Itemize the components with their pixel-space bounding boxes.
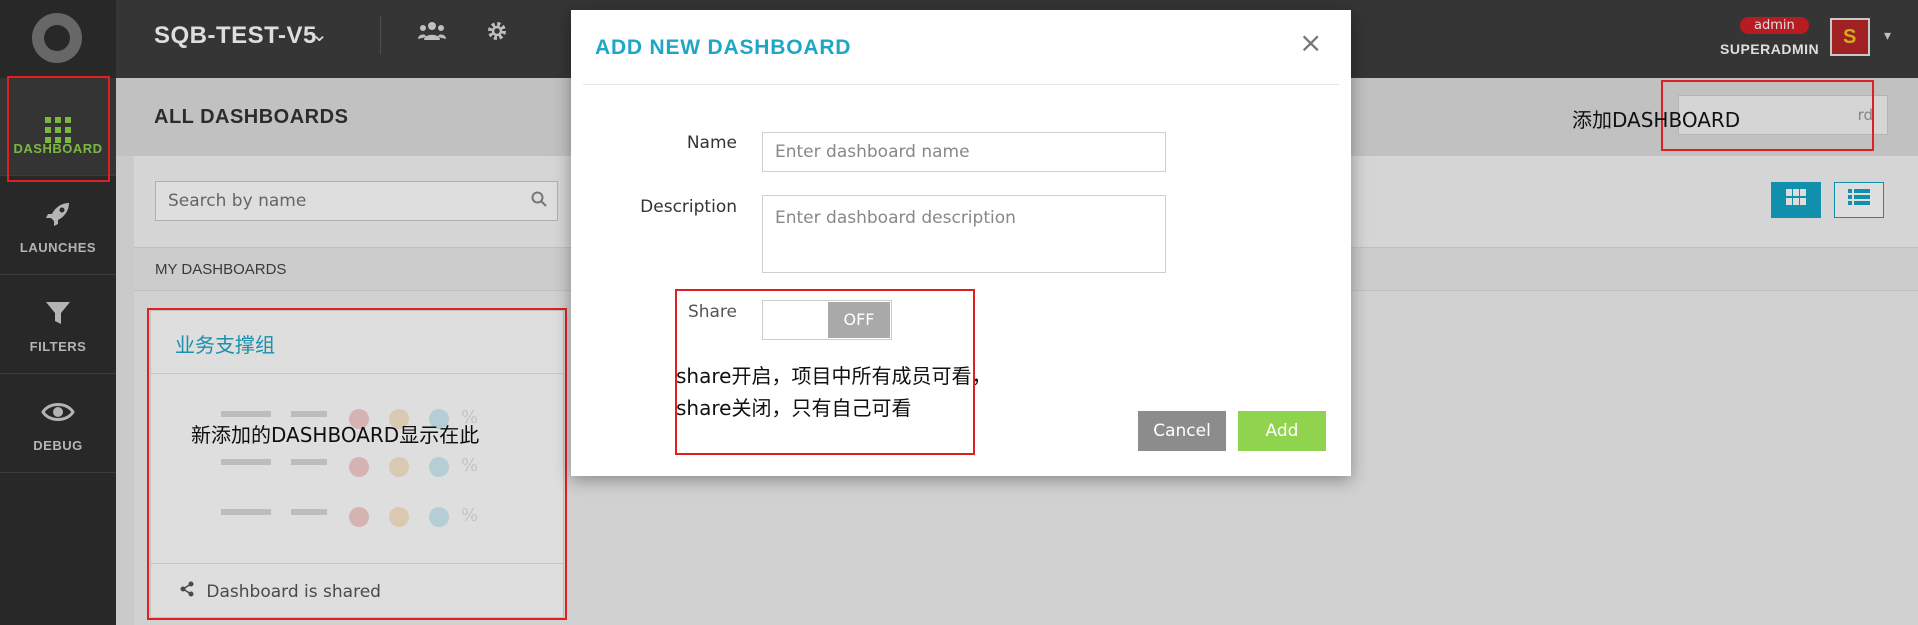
modal-title: ADD NEW DASHBOARD — [595, 36, 852, 59]
share-toggle-state: OFF — [828, 302, 890, 338]
description-label: Description — [640, 197, 737, 217]
description-input[interactable] — [762, 195, 1166, 273]
add-dashboard-modal: ADD NEW DASHBOARD × Name Description Sha… — [571, 10, 1351, 476]
divider — [583, 84, 1339, 85]
cancel-button[interactable]: Cancel — [1138, 411, 1226, 451]
close-icon[interactable]: × — [1299, 26, 1322, 59]
add-dashboard-annotation: 添加DASHBOARD — [1572, 108, 1741, 132]
add-button[interactable]: Add — [1238, 411, 1326, 451]
share-annotation: share开启，项目中所有成员可看， share关闭，只有自己可看 — [676, 360, 991, 424]
name-input[interactable] — [762, 132, 1166, 172]
share-note-on: share开启，项目中所有成员可看， — [676, 364, 992, 388]
share-toggle[interactable]: OFF — [762, 300, 892, 340]
share-label: Share — [687, 302, 737, 322]
share-note-off: share关闭，只有自己可看 — [676, 396, 912, 420]
name-label: Name — [686, 133, 737, 153]
